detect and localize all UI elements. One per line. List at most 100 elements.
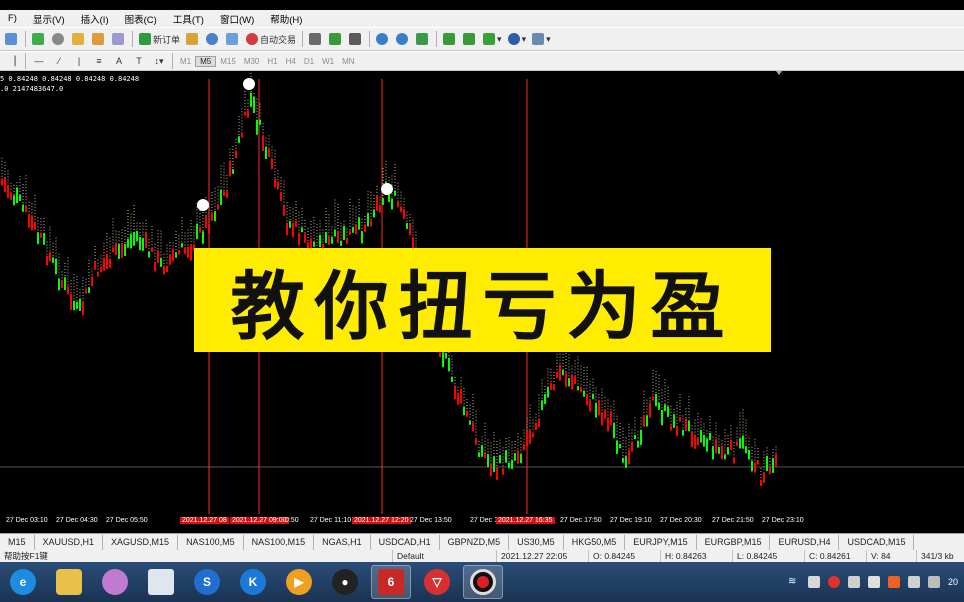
trendline-icon[interactable]: ∕ <box>50 52 68 70</box>
wh6-icon[interactable]: 6 <box>371 565 411 599</box>
timeframe-m30[interactable]: M30 <box>240 57 264 66</box>
chart-tab[interactable]: NGAS,H1 <box>314 534 371 550</box>
timeframe-w1[interactable]: W1 <box>318 57 338 66</box>
wifi-icon[interactable]: ≋ <box>788 576 800 588</box>
autoscroll-button[interactable] <box>441 30 459 48</box>
chart-tab[interactable]: EURGBP,M15 <box>697 534 771 550</box>
candle-body <box>208 225 210 234</box>
chart-tab[interactable]: USDCAD,M15 <box>839 534 915 550</box>
new-order-button[interactable]: 新订单 <box>137 30 182 48</box>
crosshair-icon[interactable] <box>50 30 68 48</box>
signals-button[interactable] <box>224 30 242 48</box>
menu-item-5[interactable]: 窗口(W) <box>212 12 262 26</box>
chart-tab[interactable]: XAUUSD,H1 <box>35 534 104 550</box>
menu-item-6[interactable]: 帮助(H) <box>262 12 310 26</box>
data-window-button[interactable] <box>90 30 108 48</box>
metaeditor-button[interactable] <box>184 30 202 48</box>
candle-body <box>763 472 765 483</box>
menu-item-4[interactable]: 工具(T) <box>165 12 212 26</box>
qq-icon[interactable]: ● <box>325 565 365 599</box>
candle-body <box>325 232 327 244</box>
chart-shift-marker <box>776 71 782 75</box>
tray-app-icon[interactable] <box>808 576 820 588</box>
candle-body <box>742 435 744 449</box>
cursor-icon[interactable]: ▕ <box>3 52 21 70</box>
menu-item-1[interactable]: 显示(V) <box>25 12 73 26</box>
line-chart-button[interactable] <box>347 30 365 48</box>
document-icon[interactable] <box>141 565 181 599</box>
new-chart-button[interactable] <box>3 30 21 48</box>
power-icon[interactable] <box>928 576 940 588</box>
sogou-icon[interactable]: S <box>187 565 227 599</box>
chart-tab[interactable]: US30,M5 <box>509 534 564 550</box>
zoom-out-icon[interactable] <box>394 30 412 48</box>
text-box-icon[interactable]: T <box>130 52 148 70</box>
candle-body <box>529 430 531 445</box>
menu-item-0[interactable]: F) <box>0 13 25 24</box>
chart-tab[interactable]: EURUSD,H4 <box>770 534 840 550</box>
arrows-icon[interactable]: ↕▾ <box>150 52 168 70</box>
chart-tab[interactable]: GBPNZD,M5 <box>440 534 510 550</box>
timeframe-mn[interactable]: MN <box>338 57 358 66</box>
candle-body <box>562 369 564 376</box>
candle-body <box>520 454 522 464</box>
candle-body <box>706 438 708 452</box>
candle-body <box>148 251 150 258</box>
candle-body <box>211 212 213 221</box>
shield-icon[interactable] <box>888 576 900 588</box>
profiles-button[interactable] <box>30 30 48 48</box>
record-tray-icon[interactable] <box>828 576 840 588</box>
video-player-icon[interactable]: ▶ <box>279 565 319 599</box>
menu-item-2[interactable]: 插入(I) <box>73 12 117 26</box>
chart-shift-button[interactable] <box>461 30 479 48</box>
zoom-in-icon[interactable] <box>374 30 392 48</box>
monitor-icon[interactable] <box>908 576 920 588</box>
timeframe-h4[interactable]: H4 <box>282 57 300 66</box>
chart-tab[interactable]: NAS100,M15 <box>244 534 315 550</box>
paint-icon[interactable] <box>95 565 135 599</box>
time-tick-label: 27 Dec 20:30 <box>660 517 702 524</box>
timeframe-h1[interactable]: H1 <box>263 57 281 66</box>
horizontal-line-icon[interactable]: — <box>30 52 48 70</box>
explorer-folder-icon[interactable] <box>49 565 89 599</box>
chart-tab[interactable]: USDCAD,H1 <box>371 534 440 550</box>
chart-tab[interactable]: EURJPY,M15 <box>625 534 697 550</box>
candle-body <box>625 456 627 468</box>
fibonacci-icon[interactable]: ≡ <box>90 52 108 70</box>
bar-chart-button[interactable] <box>307 30 325 48</box>
text-label-icon[interactable]: A <box>110 52 128 70</box>
navigator-button[interactable] <box>110 30 128 48</box>
clock[interactable]: 20 <box>948 577 964 587</box>
menu-item-3[interactable]: 图表(C) <box>117 12 165 26</box>
candle-body <box>73 300 75 311</box>
candle-body <box>187 246 189 258</box>
timeframe-m5[interactable]: M5 <box>195 55 217 67</box>
market-watch-button[interactable] <box>70 30 88 48</box>
user-icon[interactable] <box>204 30 222 48</box>
templates-button[interactable]: ▾ <box>530 30 553 48</box>
chart-tab[interactable]: NAS100,M5 <box>178 534 244 550</box>
chart-tab[interactable]: M15 <box>0 534 35 550</box>
chart-tab[interactable]: XAGUSD,M15 <box>103 534 179 550</box>
candlestick-button[interactable] <box>327 30 345 48</box>
auto-trading-button[interactable]: 自动交易 <box>244 30 298 48</box>
status-profile[interactable]: Default <box>392 550 496 562</box>
candle-body <box>268 148 270 157</box>
timeframe-m15[interactable]: M15 <box>216 57 240 66</box>
triangle-app-icon[interactable]: ▽ <box>417 565 457 599</box>
periods-button[interactable]: ▾ <box>506 30 529 48</box>
k-app-icon[interactable]: K <box>233 565 273 599</box>
indicators-button[interactable]: ▾ <box>481 30 504 48</box>
chart-tab[interactable]: HKG50,M5 <box>564 534 626 550</box>
timeframe-d1[interactable]: D1 <box>300 57 318 66</box>
vertical-line-icon[interactable]: | <box>70 52 88 70</box>
candle-body <box>610 411 612 426</box>
network-icon[interactable] <box>848 576 860 588</box>
ie-icon[interactable]: e <box>3 565 43 599</box>
tile-windows-button[interactable] <box>414 30 432 48</box>
timeframe-m1[interactable]: M1 <box>176 57 195 66</box>
candle-body <box>262 135 264 152</box>
screen-recorder-icon[interactable] <box>463 565 503 599</box>
volume-icon[interactable] <box>868 576 880 588</box>
candle-body <box>442 352 444 368</box>
